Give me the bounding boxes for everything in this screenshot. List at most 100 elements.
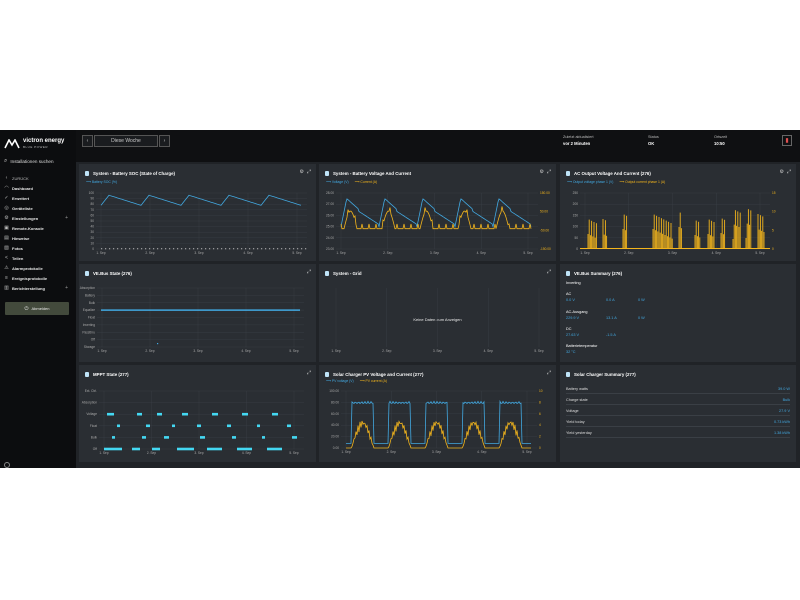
baseline-dot: [213, 248, 215, 250]
baseline-dot: [141, 248, 143, 250]
help-icon[interactable]: [4, 462, 10, 468]
alarm-bell-icon: ▮: [785, 138, 789, 144]
state-bar: [182, 412, 188, 416]
baseline-dot: [229, 248, 231, 250]
y2-tick-label: 6: [539, 412, 541, 416]
state-bar: [232, 436, 236, 439]
sidebar-item-alarmprotokolle[interactable]: ⚠ Alarmprotokolle: [4, 265, 72, 271]
baseline-dot: [161, 248, 163, 250]
state-bar: [287, 424, 291, 428]
x-tick-label: 2. Sep: [147, 451, 156, 455]
expand-icon[interactable]: +: [65, 285, 68, 291]
y-tick-label: 200: [573, 202, 579, 206]
y-tick-label: 50: [90, 219, 94, 223]
state-bar: [262, 436, 265, 439]
back-link[interactable]: ‹ ZURÜCK: [4, 175, 72, 181]
next-period-button[interactable]: ›: [159, 135, 170, 147]
y-tick-label: Equalize: [83, 308, 95, 312]
y-tick-label: 60.00: [331, 412, 339, 416]
sidebar-item-label: Fotos: [12, 245, 23, 251]
summary-label: Charge state: [566, 398, 588, 402]
y-tick-label: Battery: [85, 293, 96, 297]
sidebar-item-fotos[interactable]: ▨ Fotos: [4, 245, 72, 251]
sidebar-item-label: Alarmprotokolle: [12, 265, 43, 271]
summary-row-battery-watts: Battery watts 39.0 W: [566, 384, 790, 394]
alarm-button[interactable]: ▮: [782, 135, 792, 146]
ac-out-power: 0 W: [638, 316, 645, 320]
search-icon: ⌕: [4, 157, 8, 164]
y-tick-label: 250: [573, 191, 579, 195]
panel-vebus-state: VE.Bus State (276) ⤢ Absorption Battery Bu…: [79, 264, 316, 362]
summary-value: 1.38 kWh: [773, 431, 790, 435]
baseline-dot: [133, 248, 135, 250]
logout-button[interactable]: ⏻ Abmelden: [5, 302, 69, 315]
state-dot: [157, 343, 159, 345]
y2-tick-label: 4: [539, 423, 541, 427]
share-icon: <: [5, 254, 8, 261]
sidebar-item-erweitert[interactable]: ✓ Erweitert: [4, 195, 72, 201]
baseline-dot: [241, 248, 243, 250]
soc-chart: 10090807060504030201001. Sep 2. Sep 3. Sep…: [89, 191, 307, 255]
y-tick-label: 30: [90, 230, 94, 234]
sidebar: victron energy BLUE POWER ⌕ Installatione…: [0, 130, 76, 468]
sidebar-item-berichterstellung[interactable]: ▥ Berichterstellung +: [4, 285, 72, 291]
y-tick-label: 20.00: [331, 435, 339, 439]
panel-title: VE.Bus Summary (276): [574, 271, 623, 276]
sidebar-item-remote-konsole[interactable]: ▣ Remote-Konsole: [4, 225, 72, 231]
expand-icon[interactable]: +: [65, 215, 68, 221]
brand-sub: BLUE POWER: [23, 145, 49, 149]
y-tick-label: 25.00: [326, 225, 334, 229]
y-tick-label: 60: [90, 213, 94, 217]
location-icon: ◎: [4, 204, 9, 211]
y-tick-label: 24.00: [326, 236, 334, 240]
x-tick-label: 1. Sep: [580, 251, 589, 255]
baseline-dot: [153, 248, 155, 250]
baseline-dot: [125, 248, 127, 250]
sidebar-item-ereignisprotokolle[interactable]: ≡ Ereignisprotokolle: [4, 275, 72, 281]
y-tick-label: Voltage: [86, 412, 97, 416]
baseline-dot: [189, 248, 191, 250]
state-bar: [107, 412, 114, 416]
panel-system-grid: System - Grid ⤢ Keine Daten zum Anzeigen…: [319, 264, 556, 362]
sidebar-item-geraeteliste[interactable]: ◎ Geräteliste: [4, 205, 72, 211]
prev-period-button[interactable]: ‹: [82, 135, 93, 147]
installation-search[interactable]: ⌕ Installationen suchen: [4, 157, 72, 165]
baseline-dot: [113, 248, 115, 250]
baseline-dot: [265, 248, 267, 250]
ac-out-voltage: 229.9 V: [566, 316, 580, 320]
baseline-dot: [209, 248, 211, 250]
status-label: Status: [648, 135, 659, 139]
x-tick-label: 1. Sep: [96, 251, 105, 255]
baseline-dot: [293, 248, 295, 250]
y-tick-label: 100: [573, 225, 579, 229]
grid-chart: 1. Sep 2. Sep 3. Sep 4. Sep 5. Sep: [331, 288, 544, 353]
panel-title: Solar Charger Summary (277): [574, 372, 636, 377]
y2-tick-label: 2: [539, 435, 541, 439]
ac-in-power: 0 W: [638, 298, 645, 302]
y-tick-label: 0: [92, 247, 94, 251]
y-tick-label: 28.00: [326, 191, 334, 195]
victron-logo[interactable]: victron energy BLUE POWER: [4, 137, 70, 151]
sidebar-item-einstellungen[interactable]: ⚙ Einstellungen +: [4, 215, 72, 221]
vebus-state-chart: Absorption Battery Bulk Equalize Float Invert…: [80, 286, 304, 353]
baseline-dot: [269, 248, 271, 250]
y-tick-label: Absorption: [82, 401, 97, 405]
top-bar: ‹ Diese Woche › Zuletzt aktualisiert vor…: [76, 130, 800, 162]
x-tick-label: 3. Sep: [193, 349, 202, 353]
wifi-icon: ◠: [4, 184, 9, 191]
sidebar-item-dashboard[interactable]: ◠ Dashboard: [4, 185, 72, 191]
victron-logo-icon: [4, 139, 20, 149]
local-time-label: Ortszeit: [714, 135, 728, 139]
sidebar-item-hinweise[interactable]: ▤ Hinweise: [4, 235, 72, 241]
baseline-dot: [249, 248, 251, 250]
y-tick-label: Storage: [84, 345, 95, 349]
state-bar: [237, 447, 252, 451]
baseline-dot: [225, 248, 227, 250]
date-range-select[interactable]: Diese Woche: [94, 135, 158, 147]
baseline-dot: [149, 248, 151, 250]
x-tick-label: 2. Sep: [383, 251, 392, 255]
sidebar-item-teilen[interactable]: < Teilen: [4, 255, 72, 261]
dc-label: DC: [566, 327, 572, 331]
y2-tick-label: -50.00: [540, 228, 549, 232]
x-tick-label: 4. Sep: [242, 451, 251, 455]
